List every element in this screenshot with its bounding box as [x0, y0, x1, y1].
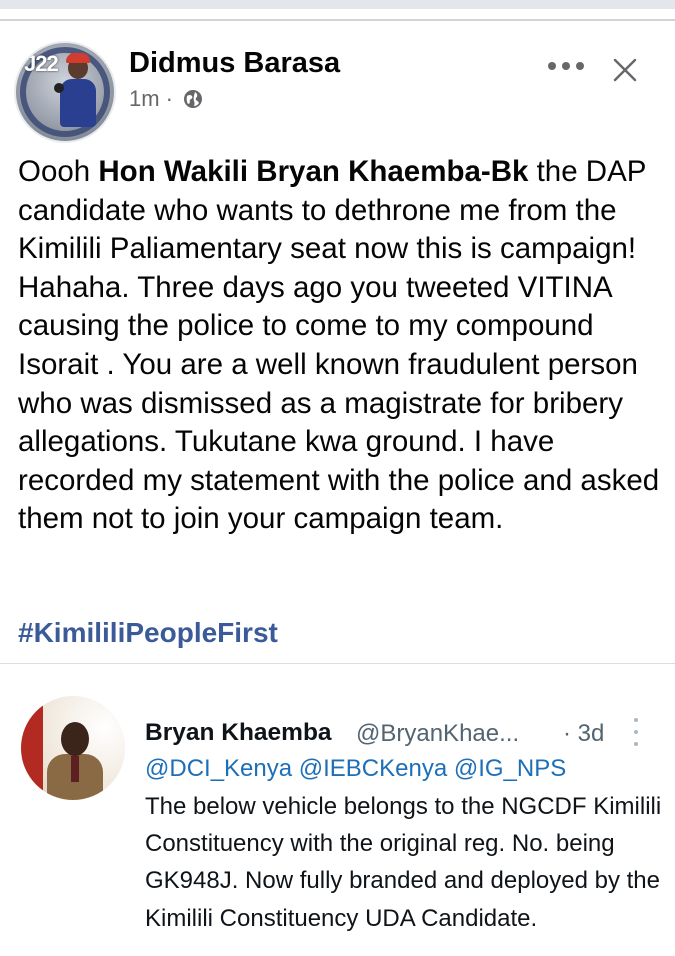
more-vertical-icon[interactable] [632, 718, 640, 746]
top-strip [0, 0, 675, 9]
tweet-text: The below vehicle belongs to the NGCDF K… [145, 793, 662, 932]
post-body-intro: Oooh [18, 155, 99, 188]
post-time[interactable]: 1m [129, 86, 160, 112]
globe-icon[interactable] [183, 89, 203, 109]
tweet-author-handle[interactable]: @BryanKhae... [356, 720, 519, 748]
facebook-post: J22 Didmus Barasa 1m · Oooh Hon Wakili B… [0, 21, 675, 956]
avatar-person-figure [54, 53, 96, 127]
tweet-time[interactable]: · 3d [563, 720, 604, 748]
author-avatar[interactable]: J22 [14, 41, 116, 143]
tweet-author-name[interactable]: Bryan Khaemba [145, 719, 332, 747]
hashtag-link[interactable]: #KimililiPeopleFirst [18, 617, 278, 649]
close-icon[interactable] [612, 57, 638, 83]
tagged-name[interactable]: Hon Wakili Bryan Khaemba-Bk [98, 155, 528, 188]
tweet-author-avatar[interactable] [21, 696, 125, 800]
post-meta: 1m · [129, 86, 203, 112]
post-body-text: the DAP candidate who wants to dethrone … [18, 155, 660, 536]
post-body: Oooh Hon Wakili Bryan Khaemba-Bk the DAP… [18, 153, 668, 539]
tweet-mentions[interactable]: @DCI_Kenya @IEBCKenya @IG_NPS [145, 755, 566, 783]
author-name[interactable]: Didmus Barasa [129, 47, 340, 80]
meta-separator: · [165, 86, 173, 111]
more-horizontal-icon[interactable] [548, 59, 590, 73]
shared-tweet-card[interactable]: Bryan Khaemba @BryanKhae... · 3d @DCI_Ke… [0, 664, 675, 956]
avatar-logo-mark: J22 [24, 51, 59, 76]
